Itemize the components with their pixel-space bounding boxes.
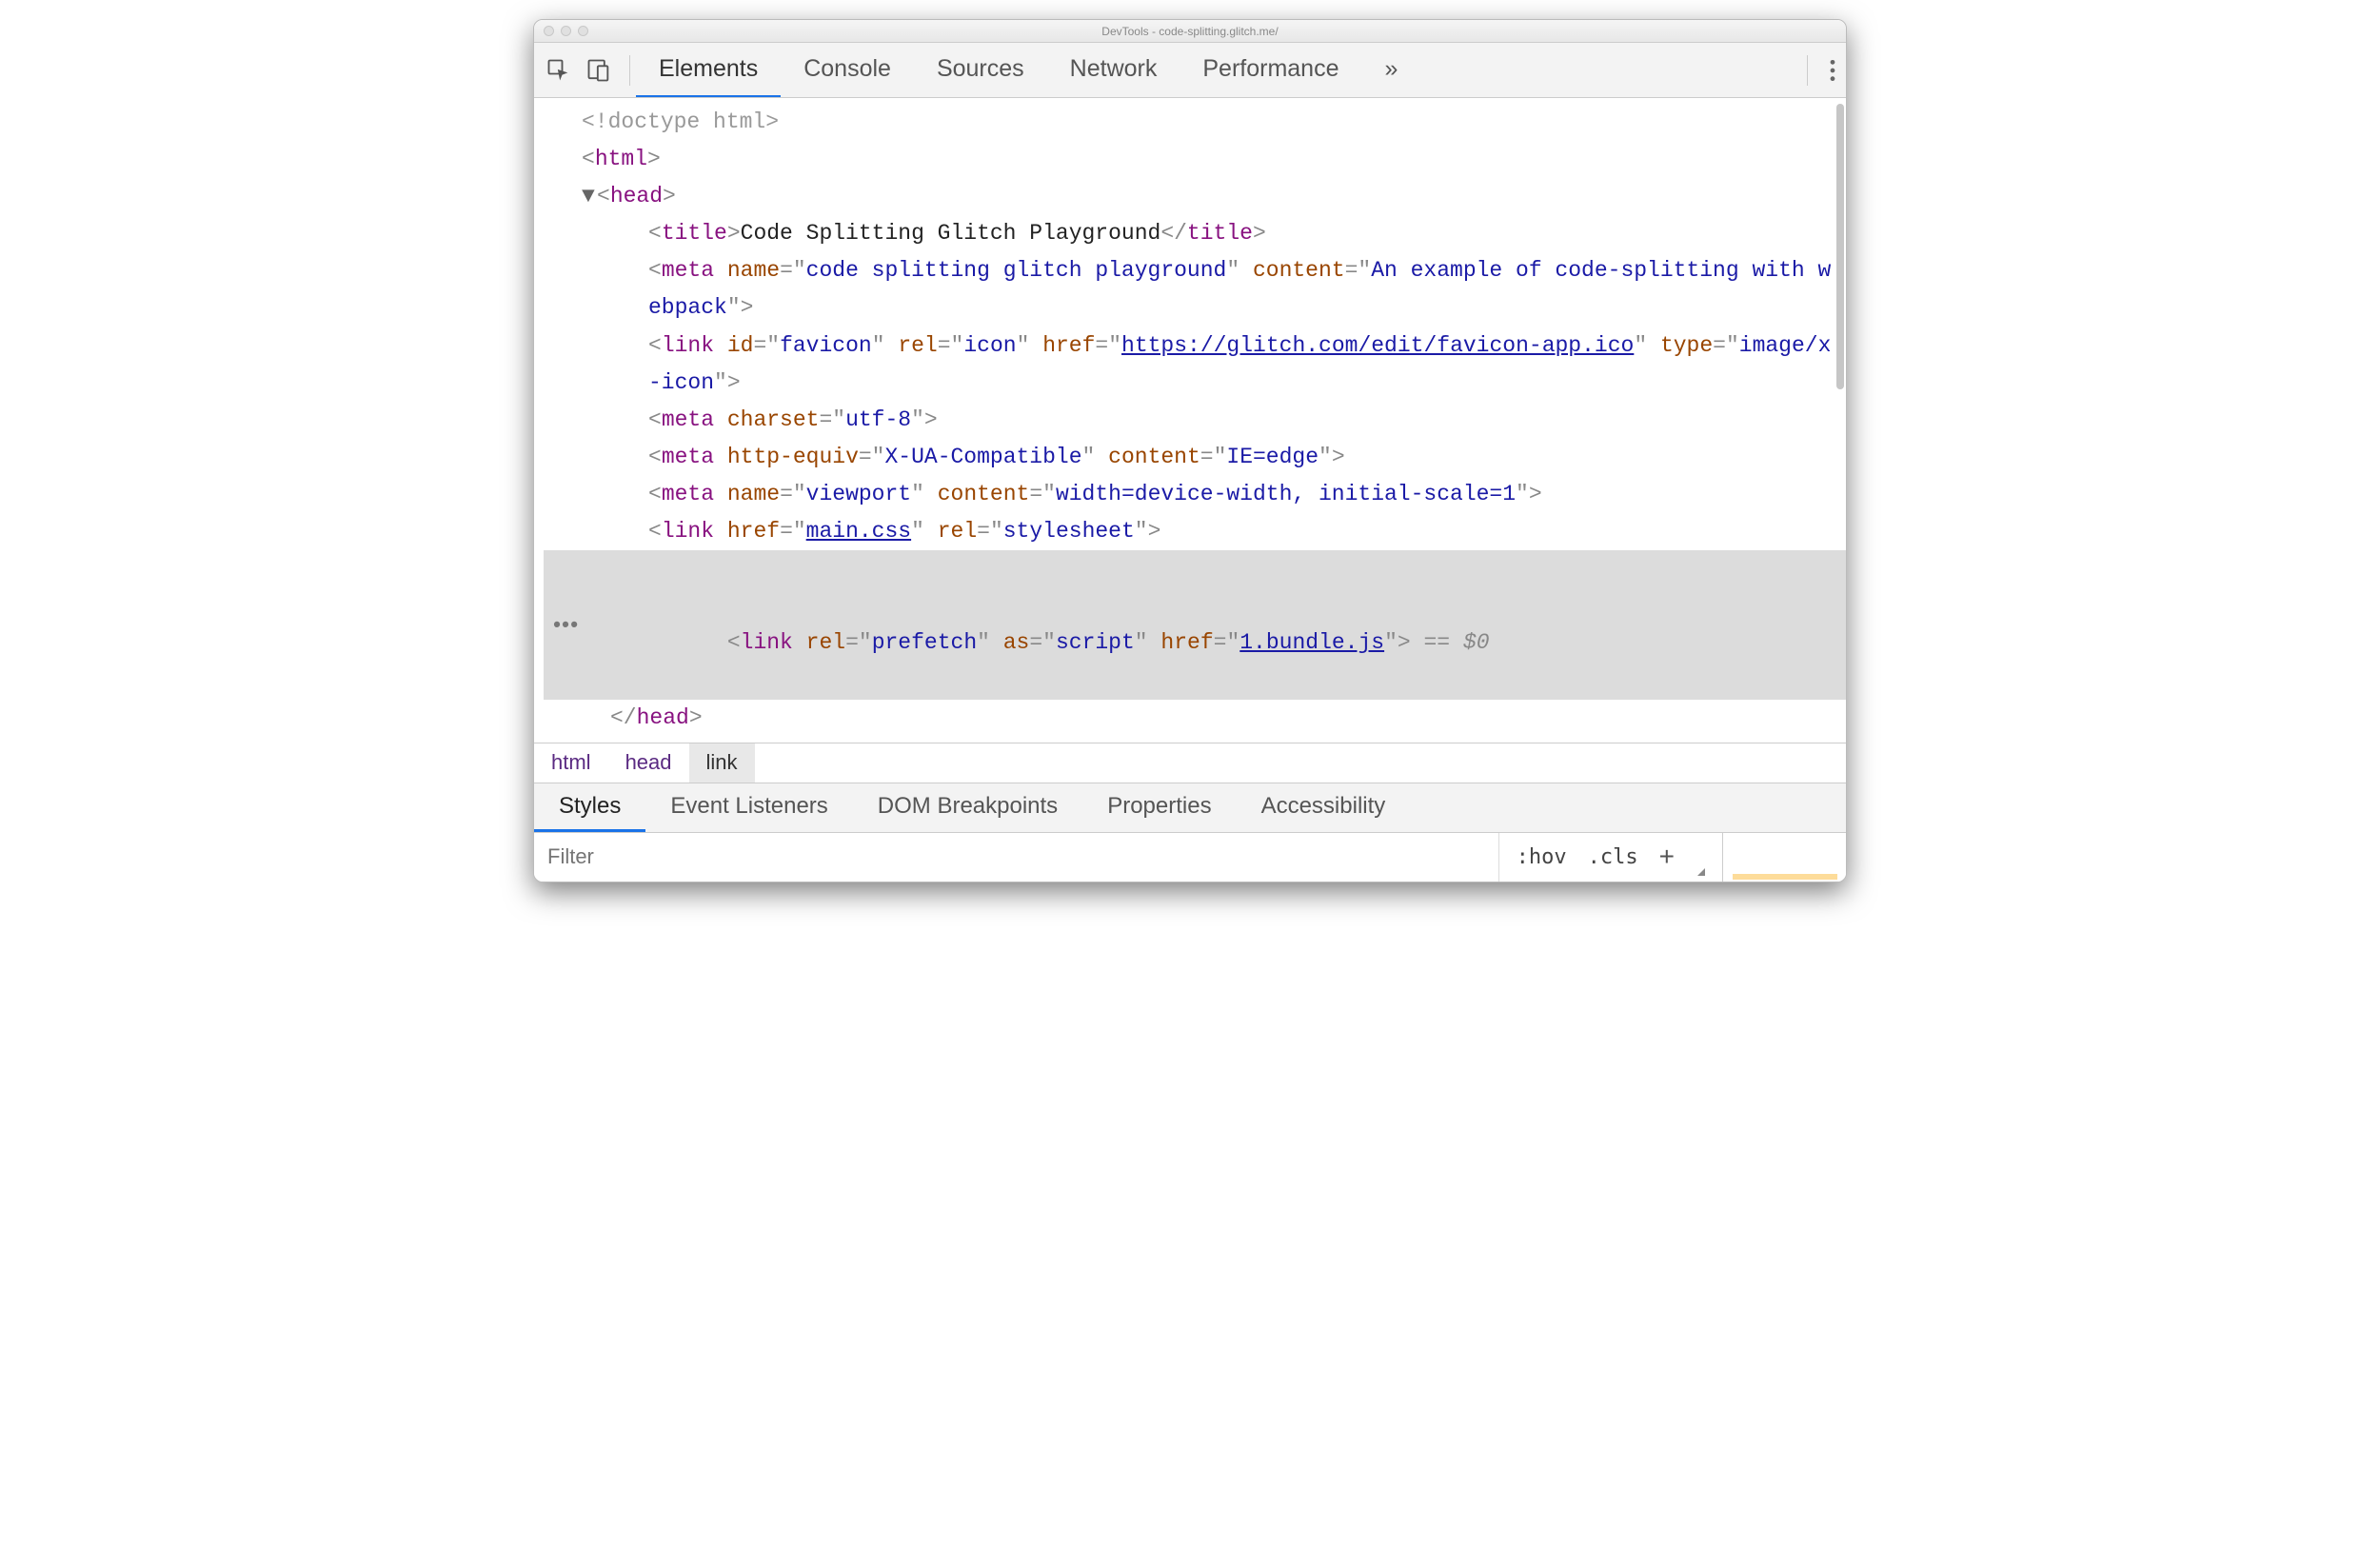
breadcrumb: html head link (534, 743, 1846, 783)
crumb-link[interactable]: link (689, 743, 755, 783)
dom-doctype[interactable]: <!doctype html> (544, 104, 1846, 141)
favicon-href-link[interactable]: https://glitch.com/edit/favicon-app.ico (1121, 333, 1634, 358)
styles-filter-input[interactable] (534, 844, 1498, 869)
row-actions-icon[interactable]: ••• (553, 606, 579, 644)
elements-tree[interactable]: <!doctype html> <html> ▼<head> <title>Co… (534, 98, 1846, 743)
dom-link-prefetch-selected[interactable]: ••• <link rel="prefetch" as="script" hre… (544, 550, 1846, 699)
tab-sources[interactable]: Sources (914, 43, 1047, 97)
subtab-event-listeners[interactable]: Event Listeners (645, 783, 852, 832)
subtab-dom-breakpoints[interactable]: DOM Breakpoints (853, 783, 1082, 832)
dom-meta-http-equiv[interactable]: <meta http-equiv="X-UA-Compatible" conte… (544, 439, 1846, 476)
device-toolbar-icon[interactable] (585, 57, 612, 84)
dom-meta-charset[interactable]: <meta charset="utf-8"> (544, 402, 1846, 439)
crumb-html[interactable]: html (534, 743, 608, 783)
tab-performance[interactable]: Performance (1180, 43, 1361, 97)
dom-title[interactable]: <title>Code Splitting Glitch Playground<… (544, 215, 1846, 252)
box-model-preview[interactable] (1722, 833, 1846, 882)
toolbar-separator-right (1807, 55, 1808, 86)
sidebar-tabs: Styles Event Listeners DOM Breakpoints P… (534, 783, 1846, 832)
selected-node-ref: == $0 (1411, 630, 1490, 655)
scrollbar[interactable] (1836, 104, 1844, 389)
dom-link-favicon[interactable]: <link id="favicon" rel="icon" href="http… (544, 327, 1846, 402)
dom-head-close[interactable]: </head> (544, 700, 1846, 737)
new-style-rule-button[interactable]: + (1659, 842, 1675, 872)
maincss-href-link[interactable]: main.css (806, 519, 911, 544)
dom-meta-viewport[interactable]: <meta name="viewport" content="width=dev… (544, 476, 1846, 513)
kebab-menu-icon[interactable] (1829, 58, 1836, 83)
box-model-inner (1733, 874, 1837, 880)
tab-console[interactable]: Console (781, 43, 914, 97)
devtools-window: DevTools - code-splitting.glitch.me/ Ele… (533, 19, 1847, 882)
hov-toggle-button[interactable]: :hov (1517, 845, 1567, 869)
tab-elements[interactable]: Elements (636, 43, 781, 97)
inspect-element-icon[interactable] (545, 57, 572, 84)
main-toolbar: Elements Console Sources Network Perform… (534, 43, 1846, 98)
tab-network[interactable]: Network (1047, 43, 1180, 97)
subtab-styles[interactable]: Styles (534, 783, 645, 832)
tab-more[interactable]: » (1361, 43, 1420, 97)
dom-meta-description[interactable]: <meta name="code splitting glitch playgr… (544, 252, 1846, 327)
dropdown-corner-icon[interactable] (1697, 868, 1705, 876)
disclosure-triangle-icon[interactable]: ▼ (582, 178, 597, 215)
subtab-accessibility[interactable]: Accessibility (1237, 783, 1411, 832)
subtab-properties[interactable]: Properties (1082, 783, 1236, 832)
dom-link-maincss[interactable]: <link href="main.css" rel="stylesheet"> (544, 513, 1846, 550)
styles-toolbar: :hov .cls + (534, 832, 1846, 882)
bundle-href-link[interactable]: 1.bundle.js (1240, 630, 1384, 655)
dom-head-open[interactable]: ▼<head> (544, 178, 1846, 215)
cls-toggle-button[interactable]: .cls (1588, 845, 1638, 869)
window-title: DevTools - code-splitting.glitch.me/ (534, 25, 1846, 38)
crumb-head[interactable]: head (608, 743, 689, 783)
window-titlebar: DevTools - code-splitting.glitch.me/ (534, 20, 1846, 43)
dom-html-open[interactable]: <html> (544, 141, 1846, 178)
toolbar-separator (629, 55, 630, 86)
